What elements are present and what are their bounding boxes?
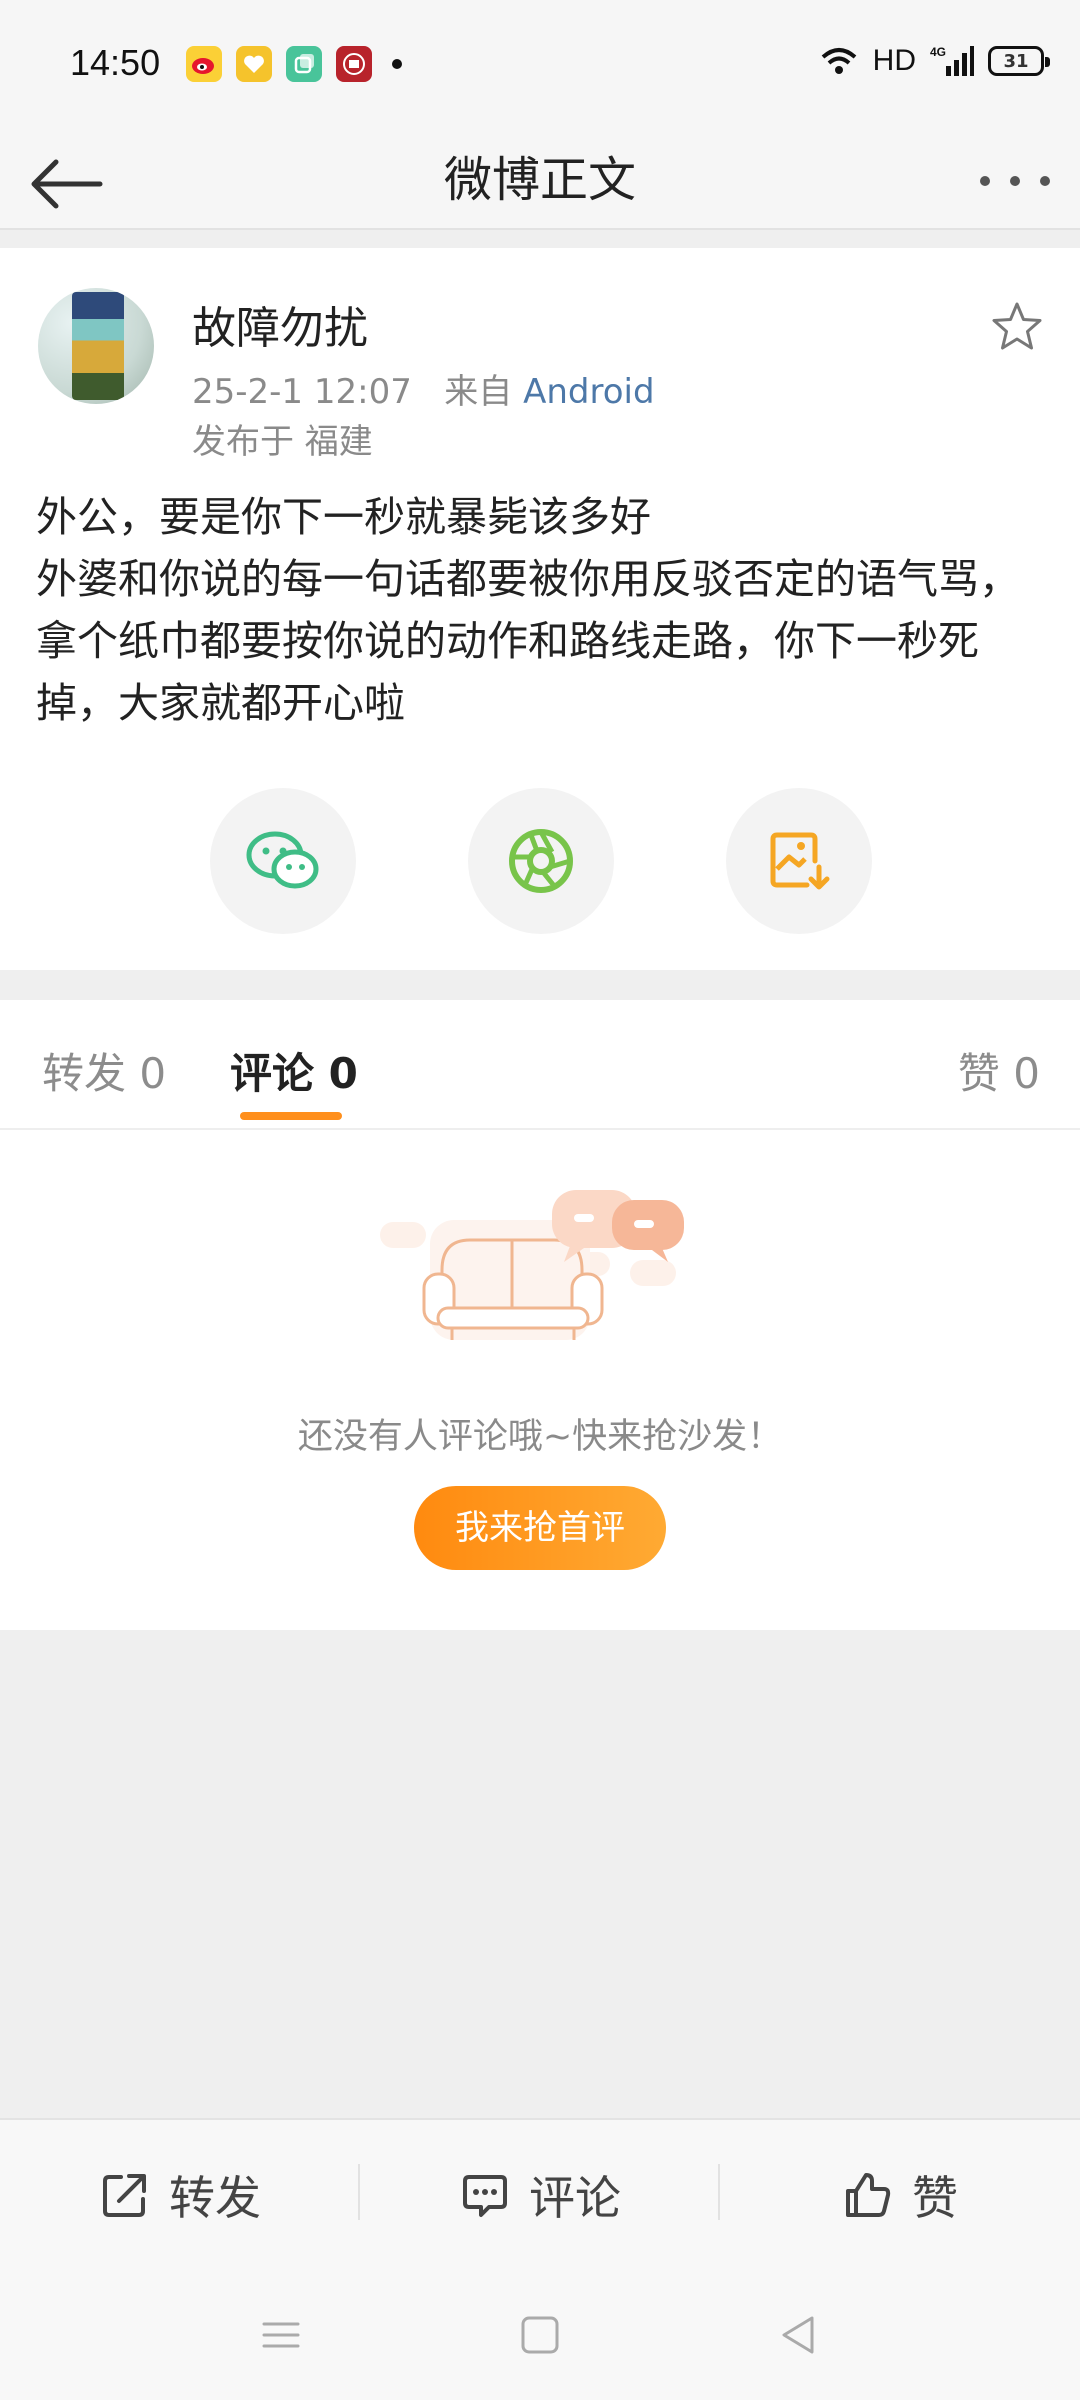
page-title: 微博正文	[443, 152, 636, 208]
avatar-image	[72, 292, 124, 400]
tab-bar: 转发 0 评论 0 赞 0	[0, 1000, 1080, 1130]
thumbs-up-icon	[846, 2173, 891, 2217]
repost-label: 转发	[169, 2171, 261, 2225]
username[interactable]: 故障勿扰	[192, 292, 368, 356]
post-timestamp: 25-2-1 12:07	[192, 372, 412, 412]
red-app-icon	[336, 46, 372, 82]
notification-icons	[186, 46, 402, 82]
system-nav-bar	[0, 2268, 1080, 2400]
wifi-icon	[821, 48, 856, 74]
notification-dot	[392, 59, 402, 69]
menu-icon[interactable]	[256, 2310, 306, 2360]
post-location: 发布于 福建	[192, 422, 373, 462]
avatar[interactable]	[38, 288, 154, 404]
post-meta: 25-2-1 12:07 来自 Android	[192, 364, 655, 413]
comments-section: 转发 0 评论 0 赞 0 还没有人评论哦~快来抢沙发！ 我来抢首评	[0, 1000, 1080, 1630]
status-bar: 14:50 HD 4G 31	[0, 0, 1080, 130]
title-bar: 微博正文	[0, 130, 1080, 230]
empty-sofa-illustration	[380, 1190, 684, 1340]
back-nav-icon[interactable]	[774, 2310, 824, 2360]
wechat-icon	[246, 831, 319, 889]
svg-text:4G: 4G	[930, 45, 946, 59]
more-dots-icon	[980, 176, 990, 186]
star-icon	[992, 302, 1042, 350]
battery-indicator: 31	[988, 46, 1050, 76]
status-time: 14:50	[70, 42, 161, 83]
like-button[interactable]: 赞	[720, 2120, 1080, 2270]
repost-icon	[103, 2174, 146, 2217]
comment-button[interactable]: 评论	[360, 2120, 720, 2270]
share-moments-button[interactable]	[468, 788, 614, 934]
moments-icon	[509, 829, 573, 893]
tab-comment[interactable]: 评论 0	[230, 1040, 358, 1101]
layers-app-icon	[286, 46, 322, 82]
signal-icon: 4G	[930, 45, 974, 76]
post-line-1: 外公，要是你下一秒就暴毙该多好	[36, 493, 651, 541]
heart-app-icon	[236, 46, 272, 82]
comment-icon	[463, 2175, 507, 2217]
repost-button[interactable]: 转发	[0, 2120, 360, 2270]
more-button[interactable]	[980, 166, 1050, 196]
share-wechat-button[interactable]	[210, 788, 356, 934]
network-type: HD	[872, 44, 916, 77]
empty-message: 还没有人评论哦~快来抢沙发！	[297, 1417, 783, 1457]
home-icon[interactable]	[515, 2310, 565, 2360]
comment-label: 评论	[529, 2171, 621, 2225]
save-image-icon	[770, 832, 830, 890]
weibo-icon	[186, 46, 222, 82]
tab-like[interactable]: 赞 0	[958, 1040, 1040, 1101]
action-bar: 转发 评论 赞	[0, 2118, 1080, 2268]
active-tab-indicator	[240, 1112, 342, 1120]
source-prefix: 来自	[444, 372, 513, 412]
post-content: 外公，要是你下一秒就暴毙该多好 外婆和你说的每一句话都要被你用反驳否定的语气骂，…	[36, 486, 1046, 734]
first-comment-button[interactable]: 我来抢首评	[414, 1486, 666, 1570]
status-right: HD 4G 31	[819, 44, 1050, 78]
share-row	[0, 788, 1080, 934]
post-card: 故障勿扰 25-2-1 12:07 来自 Android 发布于 福建 外公，要…	[0, 248, 1080, 970]
save-image-button[interactable]	[726, 788, 872, 934]
like-label: 赞	[912, 2171, 958, 2225]
tab-repost[interactable]: 转发 0	[42, 1040, 166, 1101]
post-line-2: 外婆和你说的每一句话都要被你用反驳否定的语气骂，拿个纸巾都要按你说的动作和路线走…	[36, 555, 1020, 727]
post-source[interactable]: Android	[523, 372, 654, 412]
favorite-button[interactable]	[990, 300, 1044, 354]
